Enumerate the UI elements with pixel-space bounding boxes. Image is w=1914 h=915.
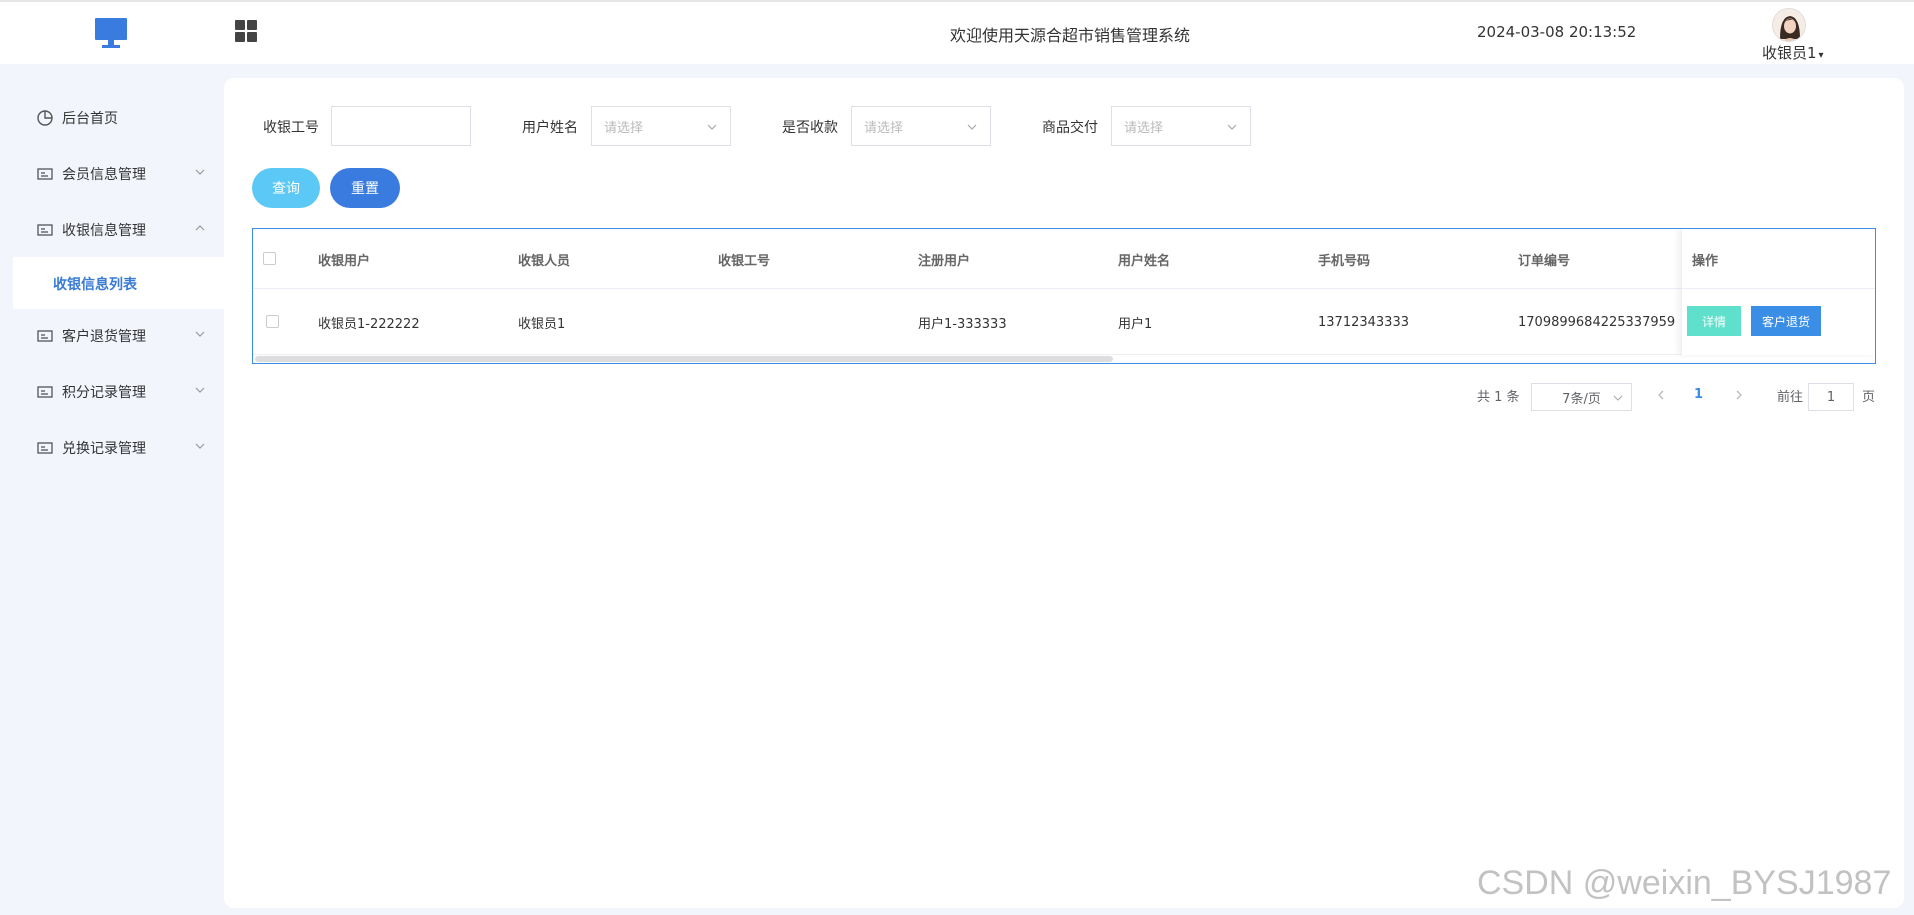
column-header: 手机号码 xyxy=(1318,253,1371,269)
chevron-down-icon xyxy=(195,169,205,175)
next-page-icon[interactable] xyxy=(1732,388,1746,402)
horizontal-scrollbar[interactable] xyxy=(255,356,1113,362)
select-all-checkbox[interactable] xyxy=(263,252,276,265)
select-placeholder: 请选择 xyxy=(604,120,644,136)
cell-username: 用户1 xyxy=(1118,316,1153,332)
filter-label-username: 用户姓名 xyxy=(522,120,578,136)
sidebar-item-cashier[interactable]: 收银信息管理 xyxy=(36,218,206,242)
system-title: 欢迎使用天源合超市销售管理系统 xyxy=(950,26,1191,45)
page-size-label: 7条/页 xyxy=(1562,391,1601,407)
top-header: 欢迎使用天源合超市销售管理系统 2024-03-08 20:13:52 收银员1… xyxy=(0,0,1914,64)
detail-button[interactable]: 详情 xyxy=(1687,306,1741,336)
page-number-current[interactable]: 1 xyxy=(1694,387,1703,402)
page-suffix-label: 页 xyxy=(1862,389,1876,405)
row-checkbox[interactable] xyxy=(266,315,279,328)
monitor-logo-icon xyxy=(95,18,127,48)
filter-label-delivered: 商品交付 xyxy=(1042,120,1098,136)
page-size-select[interactable]: 7条/页 xyxy=(1531,383,1632,411)
column-header: 用户姓名 xyxy=(1118,253,1171,269)
sidebar-item-label: 客户退货管理 xyxy=(62,329,146,345)
pie-chart-icon xyxy=(37,110,53,126)
cell-cashier-staff: 收银员1 xyxy=(518,316,566,332)
header-divider xyxy=(1682,288,1875,289)
select-placeholder: 请选择 xyxy=(864,120,904,136)
avatar[interactable] xyxy=(1772,8,1806,42)
sidebar-subitem-cashier-list[interactable]: 收银信息列表 xyxy=(53,274,137,294)
goto-page-input[interactable] xyxy=(1808,383,1854,411)
chevron-up-icon xyxy=(195,225,205,231)
sidebar-item-returns[interactable]: 客户退货管理 xyxy=(36,324,206,348)
sidebar-item-points[interactable]: 积分记录管理 xyxy=(36,380,206,404)
column-header: 订单编号 xyxy=(1518,253,1571,269)
caret-down-icon: ▾ xyxy=(1818,50,1824,61)
sidebar-item-member[interactable]: 会员信息管理 xyxy=(36,162,206,186)
sidebar-item-label: 收银信息管理 xyxy=(62,223,146,239)
query-button[interactable]: 查询 xyxy=(252,168,320,208)
cashier-id-input[interactable] xyxy=(331,106,471,146)
username-select[interactable]: 请选择 xyxy=(591,106,731,146)
sidebar-item-label: 兑换记录管理 xyxy=(62,441,146,457)
sidebar xyxy=(0,64,224,915)
goto-label: 前往 xyxy=(1777,389,1804,405)
reset-button[interactable]: 重置 xyxy=(330,168,400,208)
filter-label-paid: 是否收款 xyxy=(782,120,838,136)
select-placeholder: 请选择 xyxy=(1124,120,1164,136)
watermark-text: CSDN @weixin_BYSJ1987 xyxy=(1477,864,1892,902)
cell-cashier-user: 收银员1-222222 xyxy=(318,316,420,332)
sidebar-item-exchange[interactable]: 兑换记录管理 xyxy=(36,436,206,460)
data-table: 收银用户 收银人员 收银工号 注册用户 用户姓名 手机号码 订单编号 收银员1-… xyxy=(252,228,1876,364)
id-card-icon xyxy=(37,442,53,454)
current-datetime: 2024-03-08 20:13:52 xyxy=(1477,23,1637,41)
avatar-photo-icon xyxy=(1773,9,1805,41)
column-header: 收银用户 xyxy=(318,253,371,269)
sidebar-item-dashboard[interactable]: 后台首页 xyxy=(36,106,206,130)
chevron-down-icon xyxy=(967,124,977,130)
chevron-down-icon xyxy=(1227,124,1237,130)
column-header: 注册用户 xyxy=(918,253,971,269)
sidebar-item-label: 积分记录管理 xyxy=(62,385,146,401)
id-card-icon xyxy=(37,386,53,398)
sidebar-item-label: 会员信息管理 xyxy=(62,167,146,183)
pagination-total: 共 1 条 xyxy=(1477,389,1520,405)
id-card-icon xyxy=(37,224,53,236)
main-panel: 收银工号 用户姓名 请选择 是否收款 请选择 商品交付 请选择 查询 重置 收银… xyxy=(224,78,1904,908)
chevron-down-icon xyxy=(195,387,205,393)
id-card-icon xyxy=(37,330,53,342)
chevron-down-icon xyxy=(195,331,205,337)
cell-phone: 13712343333 xyxy=(1318,314,1409,330)
id-card-icon xyxy=(37,168,53,180)
chevron-down-icon xyxy=(707,124,717,130)
paid-select[interactable]: 请选择 xyxy=(851,106,991,146)
chevron-down-icon xyxy=(195,443,205,449)
delivered-select[interactable]: 请选择 xyxy=(1111,106,1251,146)
chevron-down-icon xyxy=(1613,395,1623,401)
column-header: 收银工号 xyxy=(718,253,771,269)
user-dropdown[interactable]: 收银员1 ▾ xyxy=(1762,42,1824,63)
sidebar-item-label: 后台首页 xyxy=(62,111,118,127)
actions-column: 操作 xyxy=(1681,229,1875,355)
user-name-label: 收银员1 xyxy=(1762,44,1817,62)
customer-return-button[interactable]: 客户退货 xyxy=(1751,306,1821,336)
cell-order-no: 1709899684225337959 xyxy=(1518,314,1676,330)
prev-page-icon[interactable] xyxy=(1654,388,1668,402)
cell-reg-user: 用户1-333333 xyxy=(918,316,1007,332)
row-divider xyxy=(253,354,1875,355)
menu-toggle-grid-icon[interactable] xyxy=(235,20,259,44)
column-header: 收银人员 xyxy=(518,253,571,269)
filter-label-cashier-id: 收银工号 xyxy=(263,120,319,136)
column-header: 操作 xyxy=(1692,253,1719,269)
